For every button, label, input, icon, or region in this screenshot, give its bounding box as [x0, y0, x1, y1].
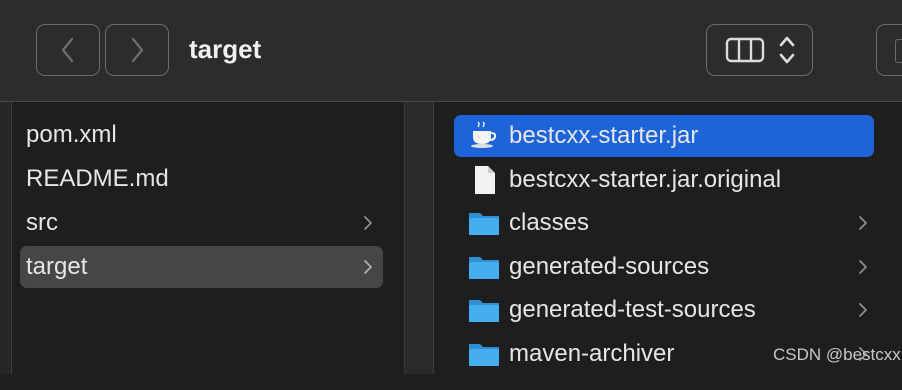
- folder-icon: [468, 339, 500, 369]
- column-target: bestcxx-starter.jar bestcxx-starter.jar.…: [434, 102, 902, 374]
- list-item-classes[interactable]: classes: [454, 202, 874, 244]
- toolbar-overflow-button[interactable]: [876, 24, 902, 76]
- window-title: target: [189, 34, 262, 64]
- watermark: CSDN @bestcxx: [773, 345, 901, 364]
- list-item-label: generated-sources: [509, 253, 710, 280]
- column-parent: pom.xml README.md src target: [12, 102, 404, 374]
- chevron-right-icon: [131, 37, 144, 63]
- list-item-generated-test-sources[interactable]: generated-test-sources: [454, 289, 874, 331]
- list-item-readme-md[interactable]: README.md: [20, 158, 383, 200]
- list-item-label: classes: [509, 209, 590, 236]
- list-item-label: pom.xml: [26, 121, 117, 148]
- column-view-icon: [725, 37, 765, 63]
- view-options-button[interactable]: [706, 24, 813, 76]
- folder-icon: [468, 208, 500, 238]
- list-item-label: bestcxx-starter.jar: [509, 122, 699, 149]
- list-item-label: generated-test-sources: [509, 296, 756, 323]
- list-item-label: bestcxx-starter.jar.original: [509, 166, 782, 193]
- document-icon: [468, 165, 500, 195]
- folder-icon: [468, 252, 500, 282]
- list-item-label: README.md: [26, 165, 169, 192]
- chevron-right-icon: [363, 246, 373, 303]
- list-item-bestcxx-starter-jar-original[interactable]: bestcxx-starter.jar.original: [454, 159, 874, 201]
- chevron-left-icon: [61, 37, 74, 63]
- sidebar-toggle-icon: [895, 39, 902, 63]
- list-item-target[interactable]: target: [20, 246, 383, 288]
- column-resize-handle[interactable]: [404, 102, 434, 374]
- list-item-pom-xml[interactable]: pom.xml: [20, 114, 383, 156]
- forward-button[interactable]: [105, 24, 169, 76]
- list-item-bestcxx-starter-jar[interactable]: bestcxx-starter.jar: [454, 115, 874, 157]
- list-item-label: target: [26, 253, 88, 280]
- java-coffee-cup-icon: [468, 121, 500, 151]
- toolbar: target: [0, 0, 902, 102]
- list-item-label: maven-archiver: [509, 340, 675, 367]
- list-item-generated-sources[interactable]: generated-sources: [454, 246, 874, 288]
- list-item-src[interactable]: src: [20, 202, 383, 244]
- list-item-label: src: [26, 209, 58, 236]
- back-button[interactable]: [36, 24, 100, 76]
- up-down-chevron-icon: [779, 36, 795, 64]
- folder-icon: [468, 295, 500, 325]
